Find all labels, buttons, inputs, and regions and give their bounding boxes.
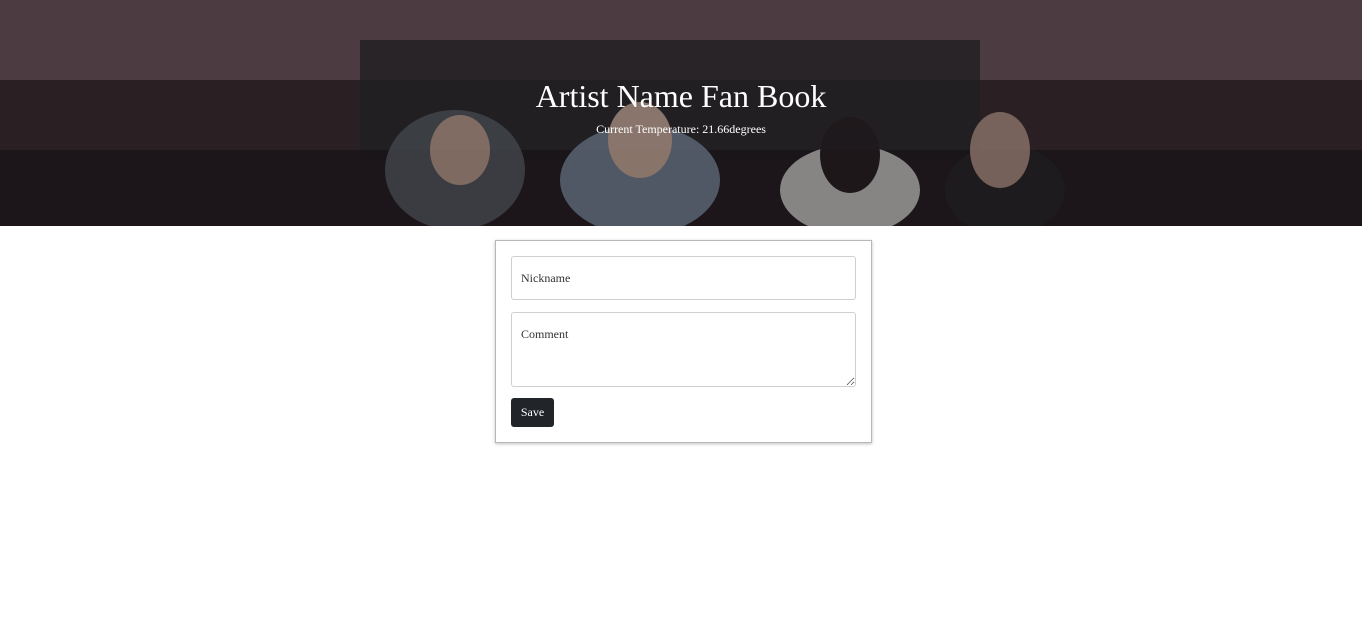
fan-form-card: Save: [495, 240, 872, 443]
hero-banner: Artist Name Fan Book Current Temperature…: [0, 0, 1362, 226]
save-button[interactable]: Save: [511, 398, 554, 427]
comment-textarea[interactable]: [511, 312, 856, 387]
temperature-text: Current Temperature: 21.66degrees: [596, 122, 766, 136]
nickname-input[interactable]: [511, 256, 856, 300]
page-title: Artist Name Fan Book: [535, 78, 827, 114]
